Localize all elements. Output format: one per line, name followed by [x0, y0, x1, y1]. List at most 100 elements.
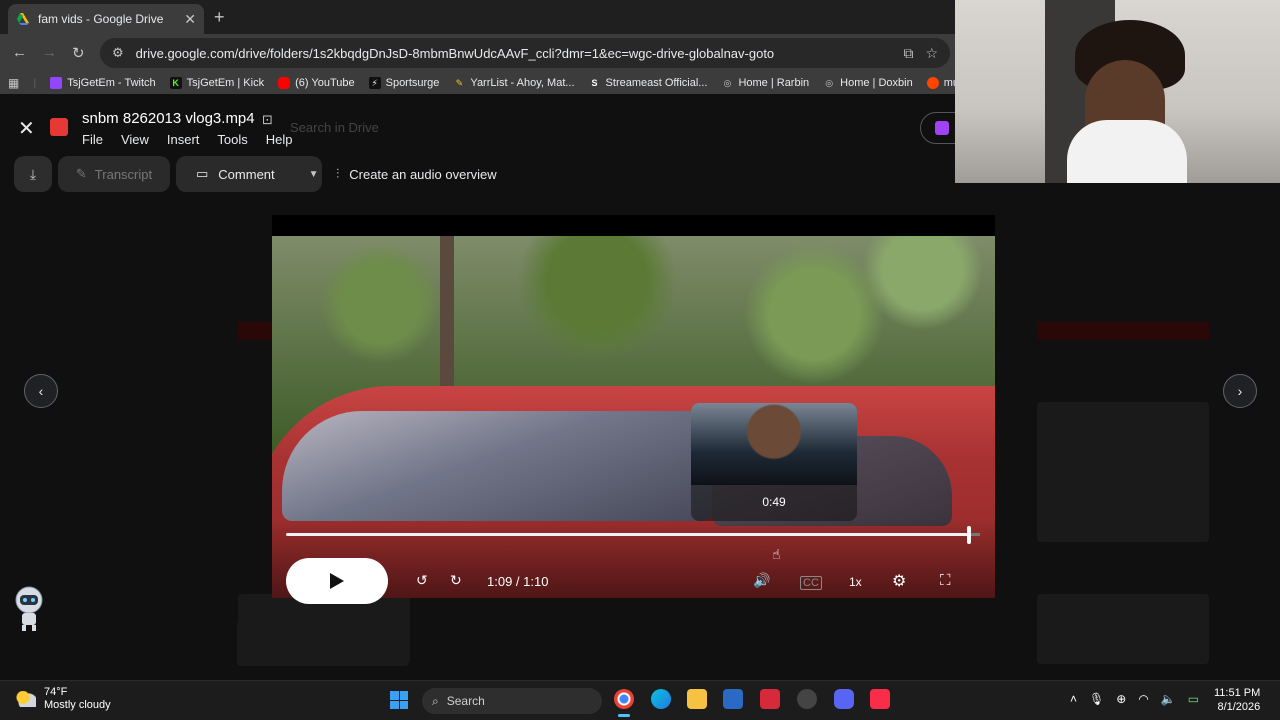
scrub-preview: 0:49 — [691, 403, 857, 521]
search-icon: ⌕ — [432, 693, 439, 708]
fullscreen-icon[interactable]: ⛶ — [940, 572, 951, 589]
bookmark-label: Streameast Official... — [605, 77, 708, 89]
chevron-right-icon: › — [1237, 383, 1243, 399]
drive-search-placeholder: Search in Drive — [290, 120, 379, 135]
transcript-button[interactable]: ✎ Transcript — [58, 156, 170, 192]
vpn-icon[interactable]: ⊕ — [1116, 692, 1126, 706]
tab-drive[interactable]: fam vids - Google Drive ✕ — [8, 4, 204, 34]
chevron-down-icon[interactable]: ▼ — [309, 169, 319, 180]
battery-icon[interactable]: ▭ — [1188, 692, 1199, 706]
chrome-icon[interactable] — [614, 689, 634, 709]
game-launcher-icon[interactable] — [760, 689, 780, 709]
next-file-button[interactable]: › — [1223, 374, 1257, 408]
bookmark-label: TsjGetEm - Twitch — [67, 77, 156, 89]
bookmark-label: TsjGetEm | Kick — [186, 77, 265, 89]
chevron-up-icon[interactable]: ˄ — [1070, 692, 1077, 706]
menu-file[interactable]: File — [82, 132, 103, 147]
active-app-indicator — [618, 714, 630, 717]
webcam-person-shirt — [1067, 120, 1187, 183]
bookmark-label: Sportsurge — [385, 77, 440, 89]
microphone-icon[interactable]: 🎙 — [1089, 692, 1104, 706]
menu-help[interactable]: Help — [266, 132, 293, 147]
video-file-icon — [50, 118, 68, 136]
reload-icon[interactable]: ↻ — [72, 44, 85, 62]
globe-icon: ◎ — [723, 78, 732, 88]
file-explorer-icon[interactable] — [687, 689, 707, 709]
google-drive-icon — [17, 13, 29, 25]
streameast-icon: S — [591, 78, 598, 88]
settings-gear-icon[interactable]: ⚙ — [892, 571, 906, 591]
progress-remaining[interactable] — [970, 533, 980, 536]
bookmark-0[interactable]: TsjGetEm - Twitch — [50, 77, 156, 89]
download-button[interactable]: ⤓ — [14, 156, 52, 192]
playback-speed[interactable]: 1x — [849, 575, 862, 589]
transcript-icon: ✎ — [75, 166, 87, 181]
audio-overview-label: Create an audio overview — [349, 166, 497, 182]
wifi-icon[interactable]: ◠ — [1138, 692, 1148, 706]
speaker-icon[interactable]: 🔈 — [1161, 692, 1176, 706]
bookmark-2[interactable]: (6) YouTube — [278, 77, 355, 89]
bookmark-label: (6) YouTube — [295, 77, 355, 89]
audio-overview-button[interactable]: ⫶ Create an audio overview — [336, 156, 497, 192]
close-viewer-icon[interactable]: ✕ — [18, 116, 35, 141]
captions-icon[interactable]: CC — [800, 576, 822, 590]
comment-button[interactable]: ▭ Comment ▼ — [176, 156, 322, 192]
rewind-10-icon[interactable]: ↺ — [416, 572, 428, 589]
gemini-button[interactable] — [920, 112, 960, 144]
preview-time: 0:49 — [762, 495, 786, 509]
notepad-icon[interactable] — [723, 689, 743, 709]
previous-file-button[interactable]: ‹ — [24, 374, 58, 408]
music-icon[interactable] — [870, 689, 890, 709]
download-icon: ⤓ — [29, 166, 37, 182]
progress-knob[interactable] — [967, 526, 971, 544]
menu-insert[interactable]: Insert — [167, 132, 200, 147]
progress-bar[interactable] — [286, 533, 970, 536]
waveform-icon: ⫶ — [336, 166, 340, 181]
add-comment-icon: ▭ — [196, 166, 209, 181]
close-tab-icon[interactable]: ✕ — [184, 11, 196, 28]
apps-grid-icon[interactable]: ▦ — [8, 76, 19, 90]
webcam-overlay — [955, 0, 1280, 183]
menu-view[interactable]: View — [121, 132, 149, 147]
bookmark-1[interactable]: K TsjGetEm | Kick — [169, 77, 265, 89]
obs-icon[interactable] — [797, 689, 817, 709]
bookmark-6[interactable]: ◎ Home | Rarbin — [721, 77, 810, 89]
video-car-window — [282, 411, 712, 521]
move-folder-icon[interactable]: ⊡ — [262, 112, 273, 128]
file-menu-bar: File View Insert Tools Help — [82, 132, 293, 147]
back-icon[interactable]: ← — [12, 44, 27, 61]
file-title[interactable]: snbm 8262013 vlog3.mp4 — [82, 110, 255, 127]
forward-10-icon[interactable]: ↻ — [450, 572, 462, 589]
volume-icon[interactable]: 🔊 — [753, 572, 770, 589]
menu-tools[interactable]: Tools — [217, 132, 247, 147]
site-info-icon[interactable]: ⚙ — [112, 45, 124, 61]
install-app-icon[interactable]: ⧉ — [903, 45, 913, 62]
video-frame[interactable] — [272, 236, 995, 598]
edge-icon[interactable] — [651, 689, 671, 709]
discord-icon[interactable] — [834, 689, 854, 709]
play-button[interactable] — [286, 558, 388, 604]
bookmark-label: YarrList - Ahoy, Mat... — [470, 77, 575, 89]
clock-time: 11:51 PM — [1214, 687, 1261, 699]
forward-icon[interactable]: → — [42, 44, 57, 61]
taskbar-search[interactable]: ⌕ Search — [422, 688, 602, 714]
bookmark-5[interactable]: S Streameast Official... — [589, 77, 708, 89]
new-tab-icon[interactable]: + — [214, 7, 225, 28]
clock[interactable]: 11:51 PM 8/1/2026 — [1214, 686, 1260, 714]
bookmark-4[interactable]: ✎ YarrList - Ahoy, Mat... — [453, 77, 575, 89]
windows-start-icon[interactable] — [390, 691, 408, 709]
video-letterbox — [272, 215, 995, 236]
bookmark-3[interactable]: ⚡ Sportsurge — [368, 77, 440, 89]
gemini-icon — [935, 121, 949, 135]
bookmark-label: Home | Rarbin — [738, 77, 810, 89]
omnibox[interactable]: ⚙ drive.google.com/drive/folders/1s2kbqd… — [100, 38, 950, 68]
tab-title: fam vids - Google Drive — [38, 12, 164, 26]
comment-label: Comment — [218, 166, 275, 182]
timecode: 1:09 / 1:10 — [487, 574, 549, 589]
weather-widget[interactable]: 74°F Mostly cloudy — [16, 686, 111, 712]
taskbar-search-label: Search — [446, 694, 485, 708]
bookmark-7[interactable]: ◎ Home | Doxbin — [823, 77, 913, 89]
kick-icon: K — [169, 77, 182, 89]
clock-date: 8/1/2026 — [1217, 701, 1261, 713]
bookmark-star-icon[interactable]: ☆ — [925, 45, 938, 62]
